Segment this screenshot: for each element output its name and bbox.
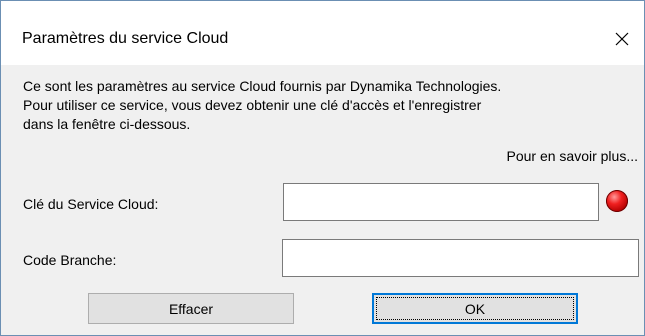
close-button[interactable] [600, 21, 644, 57]
connection-status-indicator-icon [606, 190, 628, 212]
title-bar[interactable]: Paramètres du service Cloud [1, 1, 644, 65]
clear-button[interactable]: Effacer [88, 293, 294, 324]
branch-code-label: Code Branche: [23, 252, 117, 268]
description-text: Ce sont les paramètres au service Cloud … [23, 78, 502, 132]
cloud-settings-dialog: Paramètres du service Cloud Ce sont les … [0, 0, 645, 336]
cloud-key-label: Clé du Service Cloud: [23, 196, 159, 212]
learn-more-link[interactable]: Pour en savoir plus... [506, 147, 638, 166]
ok-button-label: OK [464, 300, 486, 317]
ok-button[interactable]: OK [372, 293, 578, 324]
branch-code-input[interactable] [282, 239, 639, 277]
cloud-key-input[interactable] [283, 183, 599, 221]
clear-button-label: Effacer [168, 300, 214, 317]
window-title: Paramètres du service Cloud [22, 30, 229, 47]
close-icon [615, 32, 629, 46]
